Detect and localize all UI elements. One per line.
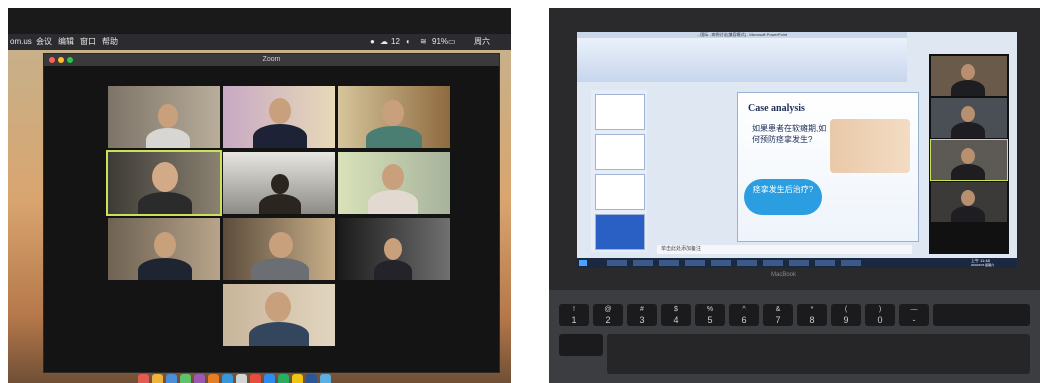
participant-video-tile[interactable]	[338, 152, 450, 214]
laptop-bezel-top	[8, 8, 511, 34]
zoom-side-panel	[929, 54, 1009, 254]
dock-app-icon[interactable]	[264, 374, 275, 383]
taskbar-app-button[interactable]	[815, 260, 835, 266]
slide-arm-photo	[830, 119, 910, 173]
taskbar-app-button[interactable]	[711, 260, 731, 266]
zoom-window-title: Zoom	[262, 56, 281, 63]
participant-video-tile[interactable]	[108, 218, 220, 280]
dock-app-icon[interactable]	[306, 374, 317, 383]
participant-video-tile[interactable]	[931, 98, 1007, 138]
keyboard-key[interactable]: ) 0	[865, 304, 895, 326]
menu-meeting[interactable]: 会议	[36, 34, 52, 50]
minimize-icon[interactable]	[58, 57, 64, 63]
dock-app-icon[interactable]	[208, 374, 219, 383]
laptop-screen: ...国际...病例讨论[兼容模式] - Microsoft PowerPoin…	[577, 32, 1017, 268]
menu-window[interactable]: 窗口	[80, 34, 96, 50]
maximize-icon[interactable]	[67, 57, 73, 63]
dock-app-icon[interactable]	[138, 374, 149, 383]
participant-video-tile-active[interactable]	[930, 139, 1008, 181]
keyboard-key[interactable]: ! 1	[559, 304, 589, 326]
menu-edit[interactable]: 编辑	[58, 34, 74, 50]
notification-count: 12	[391, 37, 400, 46]
taskbar-app-button[interactable]	[763, 260, 783, 266]
slide-thumbnails[interactable]	[591, 90, 647, 252]
slide-thumbnail[interactable]	[595, 174, 645, 210]
participant-video-tile[interactable]	[338, 86, 450, 148]
keyboard-key[interactable]: % 5	[695, 304, 725, 326]
dock-app-icon[interactable]	[194, 374, 205, 383]
notes-pane[interactable]: 单击此处添加备注	[657, 245, 912, 254]
keyboard-key[interactable]: ^ 6	[729, 304, 759, 326]
menu-help[interactable]: 帮助	[102, 34, 118, 50]
keyboard-key[interactable]: — -	[899, 304, 929, 326]
taskbar-app-button[interactable]	[737, 260, 757, 266]
slide-title: Case analysis	[748, 103, 805, 114]
menubar-app-name: om.us	[10, 37, 32, 46]
taskbar-app-button[interactable]	[607, 260, 627, 266]
dock-app-icon[interactable]	[292, 374, 303, 383]
participant-video-tile[interactable]	[931, 56, 1007, 96]
keyboard-key[interactable]	[933, 304, 1030, 326]
participant-video-tile-active[interactable]	[106, 150, 222, 216]
taskbar-app-button[interactable]	[633, 260, 653, 266]
participant-video-tile[interactable]	[223, 284, 335, 346]
keyboard-key[interactable]: & 7	[763, 304, 793, 326]
dock-app-icon[interactable]	[320, 374, 331, 383]
keyboard-key[interactable]: #3	[627, 304, 657, 326]
dock-app-icon[interactable]	[152, 374, 163, 383]
dock-app-icon[interactable]	[250, 374, 261, 383]
slide-thumbnail[interactable]	[595, 94, 645, 130]
keyboard-key[interactable]: $4	[661, 304, 691, 326]
start-icon[interactable]	[579, 260, 587, 266]
taskbar-app-button[interactable]	[659, 260, 679, 266]
taskbar-app-button[interactable]	[841, 260, 861, 266]
participant-video-tile[interactable]	[223, 86, 335, 148]
slide-cloud-callout: 痉挛发生后治疗?	[744, 179, 822, 215]
keyboard-key-row[interactable]	[607, 334, 1030, 374]
current-slide[interactable]: Case analysis 如果患者在软瘫期,如何预防痉挛发生? 痉挛发生后治疗…	[737, 92, 919, 242]
battery-icon: ▭	[448, 37, 456, 46]
dock-app-icon[interactable]	[166, 374, 177, 383]
zoom-meeting-photo: om.us 会议 编辑 窗口 帮助 ● ☁ 12 ◐ ≋ 91% ▭ 周六 10…	[8, 8, 511, 383]
taskbar-date: 2020/2/15 星期六	[971, 263, 995, 267]
mac-menubar: om.us 会议 编辑 窗口 帮助 ● ☁ 12 ◐ ≋ 91% ▭ 周六 10…	[8, 34, 511, 62]
taskbar-app-button[interactable]	[789, 260, 809, 266]
keyboard-key[interactable]: (9	[831, 304, 861, 326]
participant-video-tile[interactable]	[108, 86, 220, 148]
taskbar-app-button[interactable]	[685, 260, 705, 266]
powerpoint-meeting-photo: ...国际...病例讨论[兼容模式] - Microsoft PowerPoin…	[549, 8, 1040, 383]
wifi-icon: ≋	[420, 37, 427, 46]
dock-app-icon[interactable]	[236, 374, 247, 383]
dock-app-icon[interactable]	[180, 374, 191, 383]
keyboard-key[interactable]: * 8	[797, 304, 827, 326]
participant-video-tile[interactable]	[223, 218, 335, 280]
windows-taskbar: 上午 11:48 2020/2/15 星期六	[577, 258, 1017, 268]
battery-level: 91%	[432, 37, 449, 46]
close-icon[interactable]	[49, 57, 55, 63]
participant-video-tile[interactable]	[338, 218, 450, 280]
laptop-keyboard: ! 1 @2 #3 $4 % 5 ^ 6 & 7 * 8 (9 ) 0 — -	[549, 290, 1040, 383]
participant-video-tile[interactable]	[931, 182, 1007, 222]
chat-icon: ☁	[380, 37, 388, 46]
zoom-titlebar: Zoom	[44, 54, 499, 66]
record-icon: ●	[370, 37, 375, 46]
mac-dock	[138, 374, 478, 383]
ppt-ribbon[interactable]	[577, 38, 907, 82]
share-icon: ◐	[406, 37, 411, 46]
keyboard-key[interactable]: @2	[593, 304, 623, 326]
participant-video-tile[interactable]	[223, 152, 335, 214]
slide-thumbnail[interactable]	[595, 134, 645, 170]
laptop-brand-label: MacBook	[771, 272, 797, 278]
keyboard-key[interactable]	[559, 334, 603, 356]
dock-app-icon[interactable]	[222, 374, 233, 383]
slide-thumbnail[interactable]	[595, 214, 645, 250]
dock-app-icon[interactable]	[278, 374, 289, 383]
slide-question: 如果患者在软瘫期,如何预防痉挛发生?	[752, 124, 827, 144]
